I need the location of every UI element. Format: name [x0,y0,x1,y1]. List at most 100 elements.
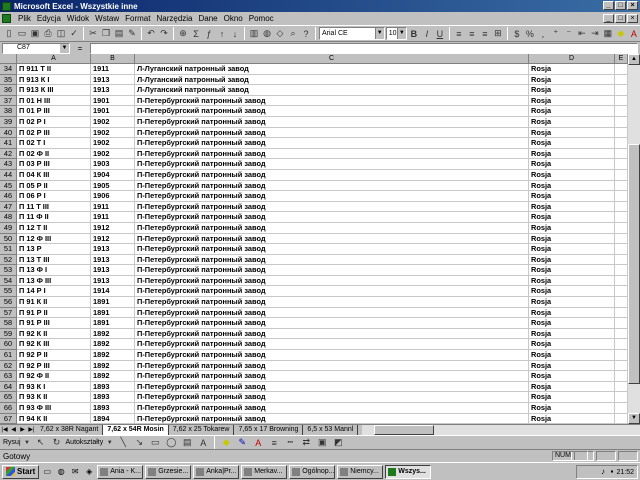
print-preview-icon[interactable]: ◫ [55,27,67,41]
italic-button[interactable]: I [421,27,433,41]
wordart-icon[interactable]: A [196,436,210,450]
cell-e[interactable] [615,350,628,361]
cell-c[interactable]: П-Петербургский патронный завод [135,212,529,223]
fill-color-icon[interactable]: ◆ [219,436,233,450]
cell-a[interactable]: П 12 Т II [17,222,91,234]
menu-window[interactable]: Okno [221,14,246,23]
menu-insert[interactable]: Wstaw [92,14,122,23]
cell-e[interactable] [615,392,628,403]
taskbar-item-active[interactable]: Wszys... [385,464,432,479]
cell-b[interactable]: 1913 [91,74,135,86]
cell-d[interactable]: Rosja [529,339,615,351]
row-header[interactable]: 61 [0,350,17,361]
cell-b[interactable]: 1913 [91,254,135,266]
bold-button[interactable]: B [408,27,420,41]
fill-color-icon[interactable]: ◆ [615,27,627,41]
cell-b[interactable]: 1912 [91,222,135,234]
row-header[interactable]: 65 [0,392,17,403]
cell-b[interactable]: 1902 [91,116,135,128]
cell-b[interactable]: 1892 [91,360,135,372]
align-right-icon[interactable]: ≡ [479,27,491,41]
cell-e[interactable] [615,74,628,86]
currency-icon[interactable]: $ [511,27,523,41]
cell-b[interactable]: 1893 [91,392,135,403]
formula-equals[interactable]: = [70,44,90,53]
cell-a[interactable]: П 13 Ф III [17,275,91,287]
cell-a[interactable]: П 02 Р III [17,127,91,139]
cell-e[interactable] [615,138,628,149]
cell-e[interactable] [615,286,628,298]
excel-app-icon[interactable] [2,1,11,11]
row-header[interactable]: 56 [0,297,17,308]
menu-edit[interactable]: Edycja [34,14,64,23]
workbook-icon[interactable] [2,14,11,23]
cell-e[interactable] [615,148,628,160]
font-color-icon[interactable]: A [628,27,640,41]
cell-a[interactable]: П 913 К III [17,85,91,96]
row-header[interactable]: 47 [0,201,17,213]
row-header[interactable]: 64 [0,381,17,393]
cell-d[interactable]: Rosja [529,328,615,340]
row-header[interactable]: 46 [0,191,17,202]
cell-e[interactable] [615,339,628,351]
cell-c[interactable]: П-Петербургский патронный завод [135,413,529,424]
cell-d[interactable]: Rosja [529,222,615,234]
cell-b[interactable]: 1903 [91,159,135,170]
vertical-scrollbar[interactable]: ▲ ▼ [628,54,640,424]
row-header[interactable]: 39 [0,116,17,128]
network-icon[interactable]: ▪ [607,466,616,478]
cell-a[interactable]: П 02 Ф II [17,148,91,160]
cell-d[interactable]: Rosja [529,286,615,298]
row-header[interactable]: 38 [0,106,17,117]
cell-d[interactable]: Rosja [529,244,615,255]
cell-b[interactable]: 1914 [91,286,135,298]
cell-c[interactable]: П-Петербургский патронный завод [135,307,529,319]
align-left-icon[interactable]: ≡ [453,27,465,41]
menu-format[interactable]: Format [122,14,153,23]
taskbar-item[interactable]: Niemcy... [337,464,384,479]
cell-e[interactable] [615,191,628,202]
cell-c[interactable]: П-Петербургский патронный завод [135,392,529,403]
cell-e[interactable] [615,275,628,287]
cell-d[interactable]: Rosja [529,350,615,361]
cell-b[interactable]: 1906 [91,191,135,202]
cell-a[interactable]: П 03 Р III [17,159,91,170]
cell-b[interactable]: 1902 [91,138,135,149]
cell-d[interactable]: Rosja [529,74,615,86]
mail-icon[interactable]: ✉ [69,466,81,478]
cell-e[interactable] [615,127,628,139]
browser-icon[interactable]: ◍ [55,466,67,478]
line-icon[interactable]: ╲ [116,436,130,450]
cell-c[interactable]: П-Петербургский патронный завод [135,222,529,234]
print-icon[interactable]: ⎙ [42,27,54,41]
chevron-down-icon[interactable]: ▼ [396,28,406,39]
cell-e[interactable] [615,212,628,223]
text-box-icon[interactable]: ▤ [180,436,194,450]
cell-b[interactable]: 1893 [91,403,135,414]
row-header[interactable]: 51 [0,244,17,255]
autosum-icon[interactable]: Σ [190,27,202,41]
cell-e[interactable] [615,180,628,192]
cell-c[interactable]: П-Петербургский патронный завод [135,127,529,139]
align-center-icon[interactable]: ≡ [466,27,478,41]
cell-e[interactable] [615,169,628,181]
cell-b[interactable]: 1893 [91,381,135,393]
cell-c[interactable]: Л-Луганский патронный завод [135,85,529,96]
cell-d[interactable]: Rosja [529,201,615,213]
cell-e[interactable] [615,64,628,75]
column-header-a[interactable]: A [17,54,91,64]
cell-c[interactable]: П-Петербургский патронный завод [135,371,529,382]
cell-d[interactable]: Rosja [529,233,615,245]
cell-d[interactable]: Rosja [529,64,615,75]
sort-ascending-icon[interactable]: ↑ [216,27,228,41]
row-header[interactable]: 40 [0,127,17,139]
row-header[interactable]: 50 [0,233,17,245]
scroll-up-button[interactable]: ▲ [628,54,640,65]
cell-b[interactable]: 1891 [91,307,135,319]
maximize-button[interactable]: □ [615,1,626,10]
doc-close-button[interactable]: × [627,14,638,23]
cell-b[interactable]: 1913 [91,265,135,276]
cell-a[interactable]: П 93 К I [17,381,91,393]
doc-minimize-button[interactable]: _ [603,14,614,23]
vertical-scroll-thumb[interactable] [628,144,640,384]
